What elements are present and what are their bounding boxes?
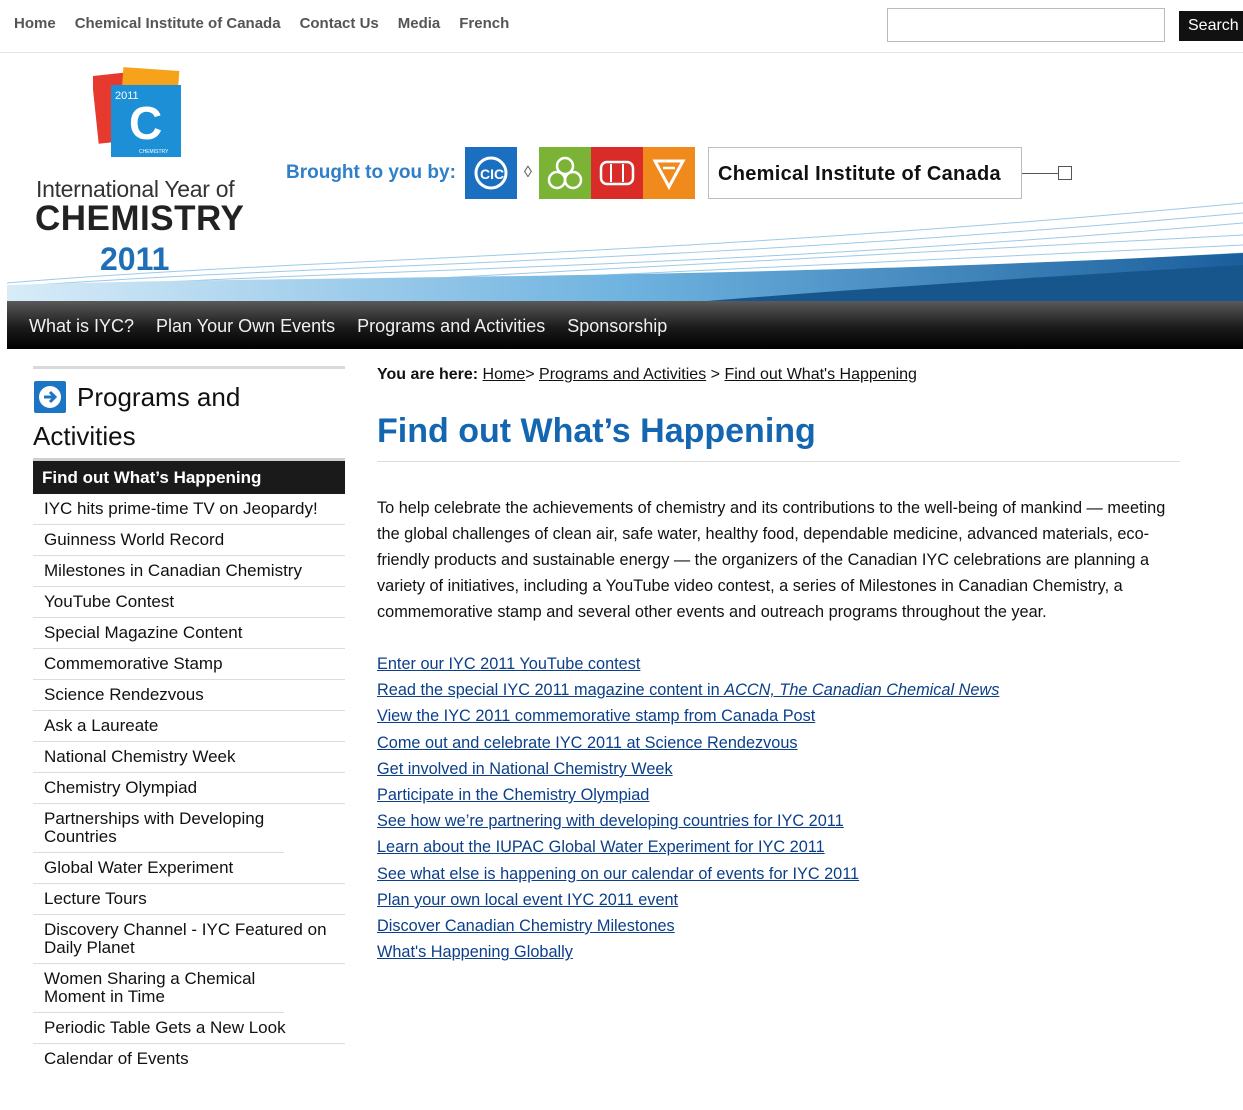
sidebar-item[interactable]: Science Rendezvous	[33, 680, 345, 711]
link-stamp[interactable]: View the IYC 2011 commemorative stamp fr…	[377, 703, 1180, 729]
nav-sponsorship[interactable]: Sponsorship	[567, 316, 667, 337]
top-nav-french[interactable]: French	[459, 15, 509, 32]
search-button[interactable]: Search	[1179, 11, 1243, 41]
link-magazine-text: Read the special IYC 2011 magazine conte…	[377, 681, 725, 700]
nav-programs[interactable]: Programs and Activities	[357, 316, 545, 337]
sidebar-item[interactable]: Lecture Tours	[33, 884, 345, 915]
sidebar-item[interactable]: YouTube Contest	[33, 587, 345, 618]
link-science-rendezvous[interactable]: Come out and celebrate IYC 2011 at Scien…	[377, 730, 1180, 756]
logo-ribbon: CHEMISTRY	[139, 149, 169, 155]
sidebar-item[interactable]: Chemistry Olympiad	[33, 773, 345, 804]
sidebar-item[interactable]: National Chemistry Week	[33, 742, 345, 773]
sidebar-item[interactable]: Periodic Table Gets a New Look	[33, 1013, 345, 1044]
breadcrumb-sep: >	[525, 366, 540, 383]
csche-logo-icon[interactable]	[591, 147, 643, 199]
connector-line	[1022, 173, 1058, 174]
top-nav-contact[interactable]: Contact Us	[300, 15, 379, 32]
breadcrumb-label: You are here:	[377, 366, 479, 383]
org-name-box[interactable]: Chemical Institute of Canada	[708, 147, 1022, 199]
iyc-logo-mark: 2011 C CHEMISTRY	[91, 67, 183, 165]
intro-paragraph: To help celebrate the achievements of ch…	[377, 499, 1166, 621]
link-olympiad[interactable]: Participate in the Chemistry Olympiad	[377, 782, 1180, 808]
csc-logo-icon[interactable]	[643, 147, 695, 199]
top-nav-media[interactable]: Media	[398, 15, 441, 32]
breadcrumb-section[interactable]: Programs and Activities	[539, 366, 706, 383]
sidebar-item[interactable]: Calendar of Events	[33, 1044, 345, 1074]
svg-text:CIC: CIC	[480, 166, 504, 182]
logo-letter: C	[129, 97, 162, 149]
link-magazine-content[interactable]: Read the special IYC 2011 magazine conte…	[377, 677, 1180, 703]
breadcrumb-sep: >	[706, 366, 725, 383]
arrow-right-icon	[34, 381, 66, 413]
top-nav: Home Chemical Institute of Canada Contac…	[14, 15, 509, 32]
header-banner: 2011 C CHEMISTRY International Year of C…	[7, 53, 1243, 301]
link-calendar[interactable]: See what else is happening on our calend…	[377, 861, 1180, 887]
main-nav: What is IYC? Plan Your Own Events Progra…	[7, 301, 1243, 349]
sidebar-item[interactable]: Discovery Channel - IYC Featured on Dail…	[33, 915, 345, 964]
sidebar-item[interactable]: IYC hits prime-time TV on Jeopardy!	[33, 494, 345, 525]
sidebar-list: IYC hits prime-time TV on Jeopardy! Guin…	[33, 494, 345, 1074]
link-magazine-italic: ACCN, The Canadian Chemical News	[724, 681, 1000, 700]
sidebar-title-line1: Programs and	[77, 382, 241, 412]
breadcrumb-current[interactable]: Find out What's Happening	[724, 366, 917, 383]
sidebar-item[interactable]: Global Water Experiment	[33, 853, 345, 884]
sidebar-item[interactable]: Ask a Laureate	[33, 711, 345, 742]
link-globally[interactable]: What's Happening Globally	[377, 939, 1180, 965]
partner-logos: CIC ◊	[465, 147, 695, 199]
page-title: Find out What’s Happening	[377, 412, 1180, 462]
connector-square	[1058, 166, 1072, 180]
brought-by-label: Brought to you by:	[286, 162, 456, 183]
main-content: You are here: Home> Programs and Activit…	[377, 366, 1180, 965]
nav-what-is-iyc[interactable]: What is IYC?	[29, 316, 134, 337]
logo-line2: CHEMISTRY	[35, 199, 245, 238]
diamond-separator: ◊	[524, 164, 532, 181]
sidebar-title: Programs and Activities	[33, 369, 345, 452]
sidebar-item-active[interactable]: Find out What’s Happening	[33, 461, 345, 494]
link-plan-event[interactable]: Plan your own local event IYC 2011 event	[377, 887, 1180, 913]
sidebar-item[interactable]: Women Sharing a Chemical Moment in Time	[33, 964, 284, 1013]
cic-logo-icon[interactable]: CIC	[465, 147, 517, 199]
scc-logo-icon[interactable]	[539, 147, 591, 199]
link-youtube-contest[interactable]: Enter our IYC 2011 YouTube contest	[377, 651, 1180, 677]
link-milestones[interactable]: Discover Canadian Chemistry Milestones	[377, 913, 1180, 939]
link-chemistry-week[interactable]: Get involved in National Chemistry Week	[377, 756, 1180, 782]
top-utility-bar: Home Chemical Institute of Canada Contac…	[0, 0, 1243, 53]
sidebar-item[interactable]: Special Magazine Content	[33, 618, 345, 649]
sidebar-item[interactable]: Commemorative Stamp	[33, 649, 345, 680]
sidebar-item[interactable]: Guinness World Record	[33, 525, 345, 556]
sidebar-item[interactable]: Partnerships with Developing Countries	[33, 804, 284, 853]
sidebar-title-line2: Activities	[33, 421, 136, 451]
sidebar: Programs and Activities Find out What’s …	[33, 366, 345, 1074]
link-water-experiment[interactable]: Learn about the IUPAC Global Water Exper…	[377, 834, 1180, 860]
search-input[interactable]	[887, 8, 1165, 42]
link-partnerships[interactable]: See how we’re partnering with developing…	[377, 808, 1180, 834]
sidebar-item[interactable]: Milestones in Canadian Chemistry	[33, 556, 345, 587]
top-nav-home[interactable]: Home	[14, 15, 56, 32]
breadcrumb-home[interactable]: Home	[483, 366, 526, 383]
breadcrumb: You are here: Home> Programs and Activit…	[377, 366, 1180, 384]
logo-line3: 2011	[100, 241, 170, 277]
nav-plan-events[interactable]: Plan Your Own Events	[156, 316, 335, 337]
link-list: Enter our IYC 2011 YouTube contest Read …	[377, 651, 1180, 965]
top-nav-cic[interactable]: Chemical Institute of Canada	[75, 15, 281, 32]
